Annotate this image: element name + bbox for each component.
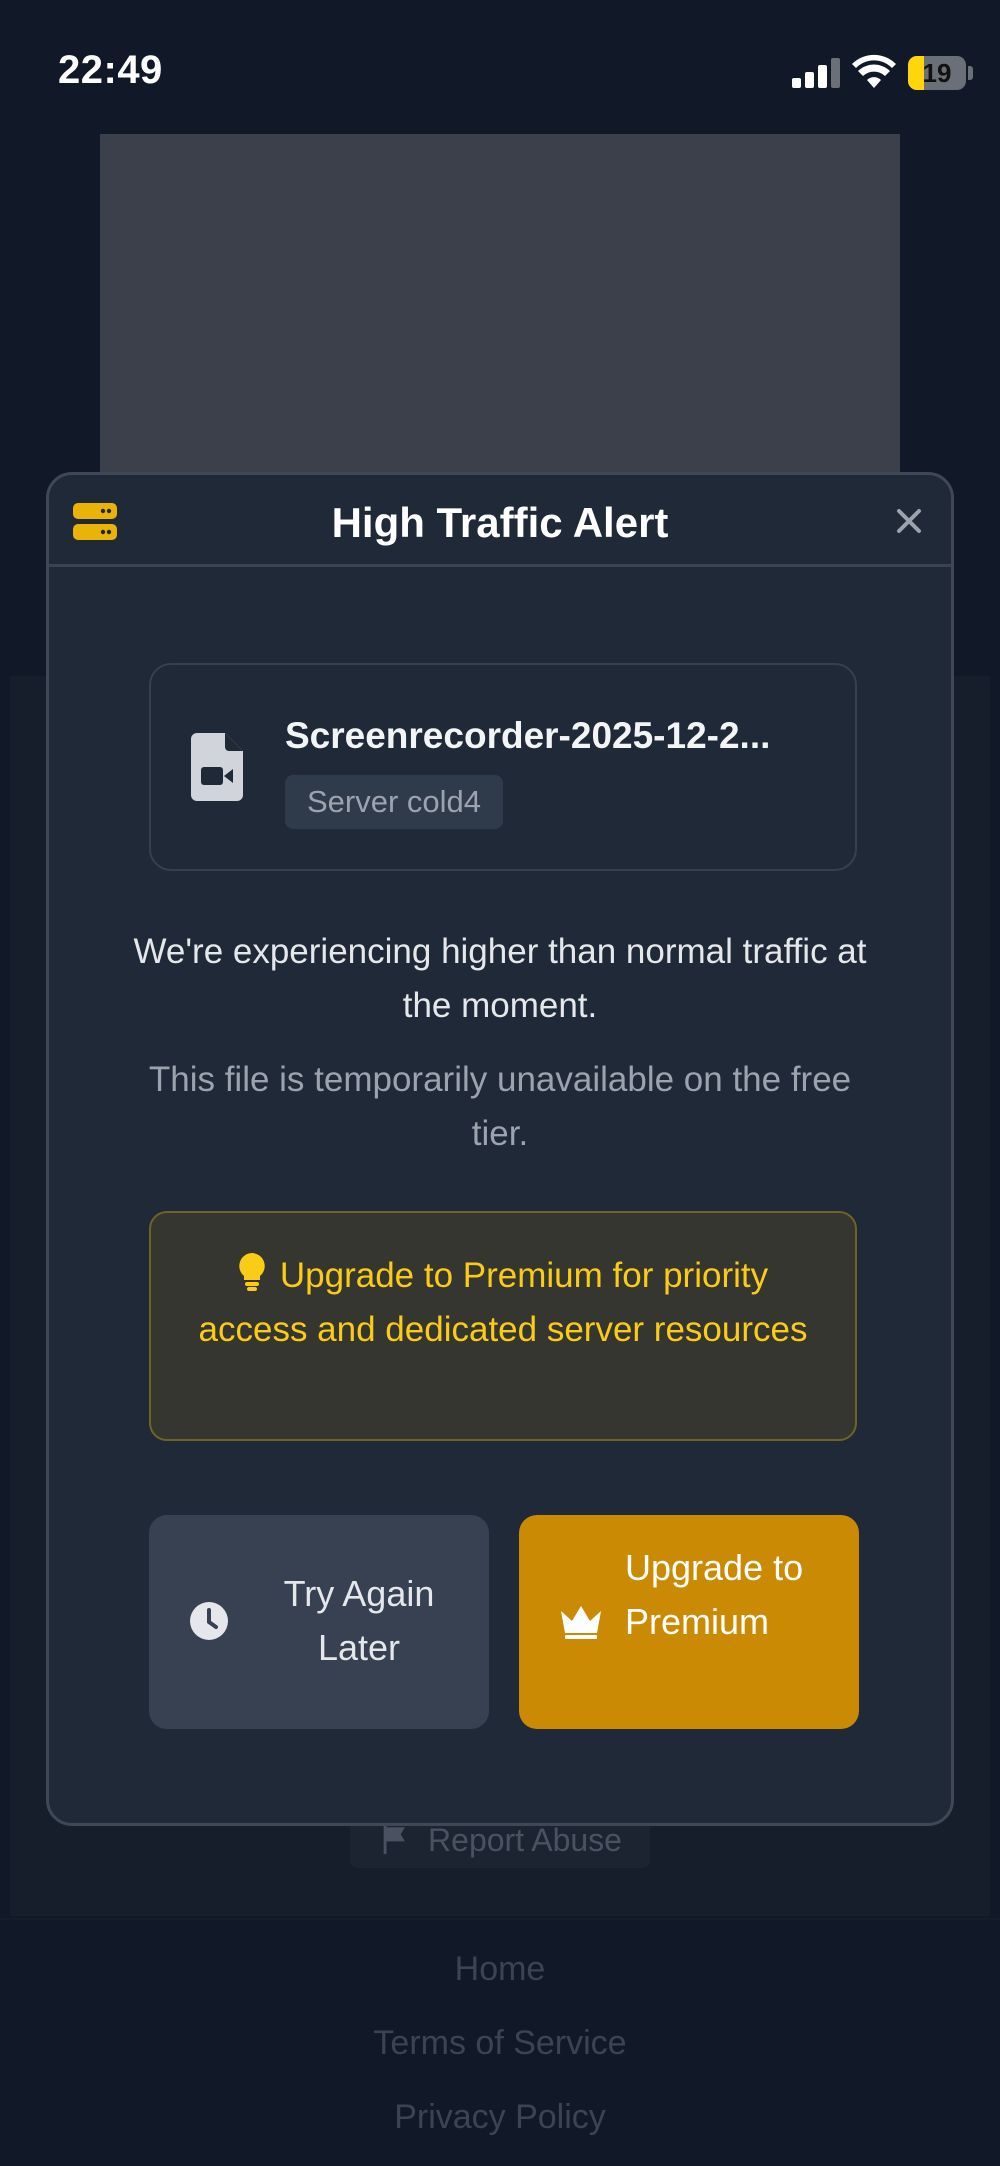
flag-icon [383,1825,405,1855]
premium-tip-text: Upgrade to Premium for priority access a… [198,1256,808,1349]
close-icon[interactable] [889,501,929,541]
try-again-later-button[interactable]: Try Again Later [149,1515,489,1729]
footer-link-home[interactable]: Home [0,1950,1000,1989]
unavailable-message: This file is temporarily unavailable on … [148,1060,852,1153]
battery-level: 19 [922,58,952,88]
crown-icon [561,1606,601,1639]
server-badge: Server cold4 [285,775,504,829]
upgrade-label: Upgrade to Premium [625,1547,804,1642]
upgrade-premium-button[interactable]: Upgrade to Premium [519,1515,859,1729]
footer-link-terms[interactable]: Terms of Service [0,2024,1000,2063]
footer-link-privacy[interactable]: Privacy Policy [0,2098,1000,2137]
high-traffic-modal: High Traffic Alert Screenrecorder-2025-1… [46,472,954,1826]
battery-icon: 19 [908,56,966,90]
try-again-label: Try Again Later [283,1573,435,1668]
file-info-card: Screenrecorder-2025-12-2... Server cold4 [149,663,857,871]
report-abuse-label: Report Abuse [428,1821,622,1858]
file-name: Screenrecorder-2025-12-2... [285,715,771,756]
traffic-message: We're experiencing higher than normal tr… [133,932,867,1025]
clock-icon [190,1602,228,1640]
modal-header: High Traffic Alert [49,475,951,567]
lightbulb-icon [239,1253,265,1291]
status-bar: 22:49 19 [0,0,1000,140]
modal-title: High Traffic Alert [331,499,669,546]
status-time: 22:49 [58,48,163,92]
premium-tip-box: Upgrade to Premium for priority access a… [149,1211,857,1441]
footer-divider [0,1918,1000,1920]
video-file-icon [191,733,243,801]
cellular-signal-icon [792,58,840,88]
wifi-icon [852,54,896,88]
